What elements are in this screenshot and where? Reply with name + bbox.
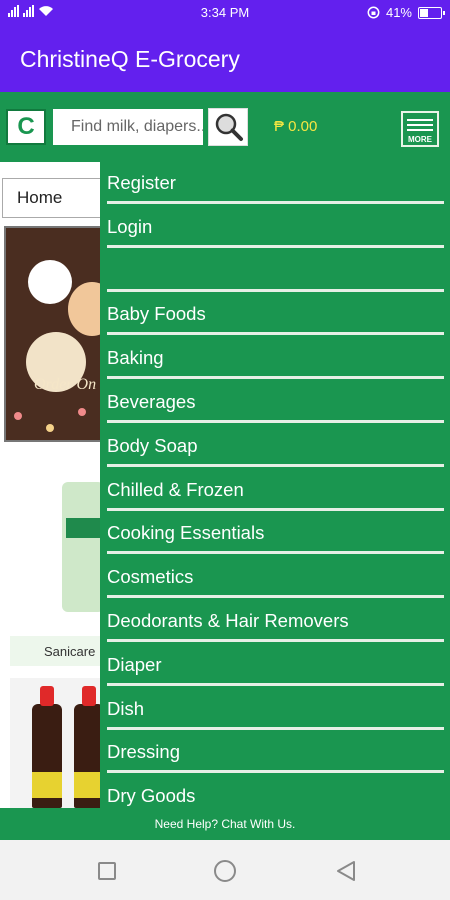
- drawer-item-dish[interactable]: Dish: [107, 688, 444, 730]
- drawer-item-dressing[interactable]: Dressing: [107, 731, 444, 774]
- system-nav-bar: [0, 840, 450, 900]
- battery-icon: [418, 6, 445, 19]
- drawer-divider: [107, 639, 444, 642]
- drawer-divider: [107, 770, 444, 774]
- app-title: ChristineQ E-Grocery: [20, 46, 240, 72]
- drawer-item-body-soap[interactable]: Body Soap: [107, 425, 444, 467]
- drawer-item-register[interactable]: Register: [107, 162, 444, 204]
- drawer-divider: [107, 244, 444, 248]
- battery-fill: [420, 8, 428, 17]
- drawer-divider: [107, 595, 444, 599]
- search-input[interactable]: [53, 109, 203, 145]
- drawer-item-baking[interactable]: Baking: [107, 337, 444, 380]
- battery-percent: 41%: [385, 5, 412, 20]
- banner-circle-icon: [28, 260, 72, 304]
- drawer-divider: [107, 201, 444, 204]
- drawer-item-label: Dressing: [107, 741, 180, 763]
- drawer-item-label: Baby Foods: [107, 303, 206, 325]
- drawer-item-label: Chilled & Frozen: [107, 478, 244, 500]
- navigation-drawer: Register Login Baby Foods Baking Beverages Bo…: [100, 162, 450, 808]
- chat-help-bar[interactable]: Need Help? Chat With Us.: [0, 808, 450, 840]
- drawer-item-label: Diaper: [107, 653, 162, 675]
- bottle-cap: [40, 686, 54, 706]
- product-image-sanicare[interactable]: [62, 482, 104, 612]
- search-icon: [215, 113, 243, 141]
- bottle-graphic: [32, 686, 62, 808]
- banner-dot: [46, 424, 54, 432]
- bottle-cap: [82, 686, 96, 706]
- search-button[interactable]: [208, 108, 248, 146]
- banner-dot: [14, 412, 22, 420]
- home-icon[interactable]: [214, 860, 236, 882]
- drawer-item-login[interactable]: Login: [107, 206, 444, 248]
- shop-toolbar: C ₱ 0.00 MORE: [0, 92, 450, 162]
- drawer-item-baby-foods[interactable]: Baby Foods: [107, 293, 444, 336]
- drawer-item-label: Dish: [107, 697, 145, 719]
- status-bar: 3:34 PM 41%: [0, 0, 450, 26]
- drawer-item-deodorants-and-hair-removers[interactable]: Deodorants & Hair Removers: [107, 600, 444, 642]
- drawer-spacer: [107, 250, 444, 292]
- cart-total[interactable]: ₱ 0.00: [274, 118, 317, 135]
- drawer-item-label: Beverages: [107, 391, 196, 412]
- drawer-divider: [107, 682, 444, 686]
- hamburger-icon-bar: [407, 129, 433, 131]
- drawer-item-label: Deodorants & Hair Removers: [107, 610, 349, 631]
- status-icons-right: 41%: [367, 5, 445, 20]
- banner-dot: [78, 408, 86, 416]
- drawer-item-label: Register: [107, 172, 176, 193]
- drawer-item-label: Body Soap: [107, 434, 198, 456]
- drawer-item-chilled-and-frozen[interactable]: Chilled & Frozen: [107, 469, 444, 511]
- drawer-divider: [107, 726, 444, 730]
- drawer-item-beverages[interactable]: Beverages: [107, 381, 444, 423]
- drawer-divider: [107, 420, 444, 423]
- drawer-item-dry-goods[interactable]: Dry Goods: [107, 775, 444, 808]
- drawer-item-label: Baking: [107, 347, 164, 369]
- bottle-label: [32, 772, 62, 798]
- drawer-item-label: Cosmetics: [107, 566, 194, 588]
- store-logo[interactable]: C: [6, 109, 46, 145]
- hamburger-icon-bar: [407, 124, 433, 126]
- drawer-divider: [107, 463, 444, 467]
- recent-apps-icon[interactable]: [98, 862, 116, 880]
- drawer-item-diaper[interactable]: Diaper: [107, 644, 444, 686]
- drawer-divider: [107, 288, 444, 292]
- hamburger-icon: [407, 119, 433, 121]
- banner-person-illustration: [68, 282, 102, 336]
- drawer-item-cosmetics[interactable]: Cosmetics: [107, 556, 444, 599]
- banner-text: Order On: [34, 376, 97, 393]
- drawer-item-label: Cooking Essentials: [107, 522, 265, 544]
- drawer-item-label: Login: [107, 215, 153, 237]
- product-caption[interactable]: Sanicare: [10, 636, 110, 666]
- drawer-divider: [107, 332, 444, 336]
- drawer-divider: [107, 551, 444, 555]
- product-label-graphic: [66, 518, 100, 538]
- app-bar: ChristineQ E-Grocery: [0, 26, 450, 92]
- promo-banner[interactable]: Order On: [4, 226, 104, 442]
- drawer-divider: [107, 507, 444, 511]
- drawer-item-label: Dry Goods: [107, 785, 196, 807]
- more-label: MORE: [408, 135, 432, 144]
- drawer-item-cooking-essentials[interactable]: Cooking Essentials: [107, 512, 444, 555]
- more-menu-button[interactable]: MORE: [401, 111, 439, 147]
- drawer-divider: [107, 376, 444, 380]
- back-icon[interactable]: [336, 860, 356, 882]
- rotation-lock-icon: [367, 6, 380, 19]
- product-image-soy-sauce[interactable]: [10, 678, 106, 808]
